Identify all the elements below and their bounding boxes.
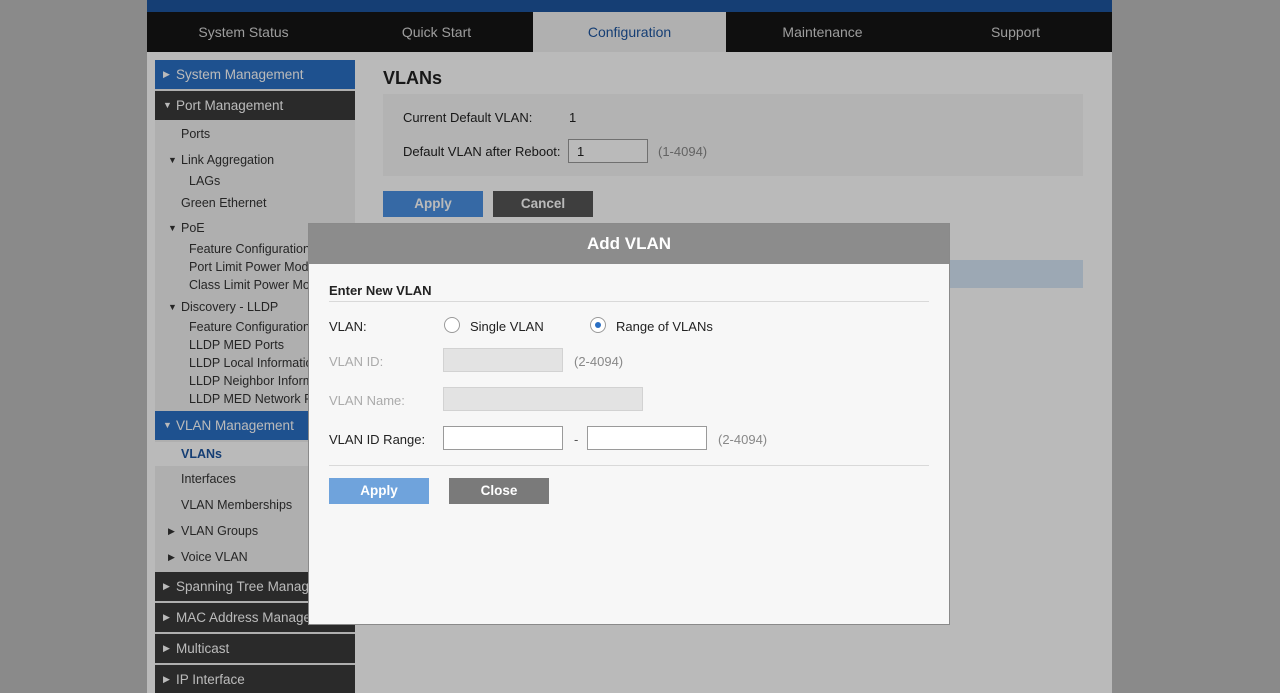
- dialog-title: Add VLAN: [309, 224, 949, 264]
- dialog-apply-button[interactable]: Apply: [329, 478, 429, 504]
- vlan-range-start-input[interactable]: [443, 426, 563, 450]
- single-vlan-label[interactable]: Single VLAN: [470, 319, 544, 334]
- section-heading: Enter New VLAN: [329, 283, 432, 298]
- vlan-id-range-label: VLAN ID Range:: [329, 432, 426, 447]
- add-vlan-dialog: Add VLAN Enter New VLAN VLAN: Single VLA…: [308, 223, 950, 625]
- vlan-id-input[interactable]: [443, 348, 563, 372]
- vlan-range-hint: (2-4094): [718, 432, 768, 447]
- vlan-name-input[interactable]: [443, 387, 643, 411]
- vlan-id-label: VLAN ID:: [329, 354, 384, 369]
- range-of-vlans-label[interactable]: Range of VLANs: [616, 319, 713, 334]
- vlan-name-label: VLAN Name:: [329, 393, 405, 408]
- range-separator: -: [574, 432, 579, 447]
- divider: [329, 301, 929, 302]
- vlan-mode-label: VLAN:: [329, 319, 367, 334]
- vlan-id-hint: (2-4094): [574, 354, 624, 369]
- single-vlan-radio[interactable]: [444, 317, 460, 333]
- range-of-vlans-radio[interactable]: [590, 317, 606, 333]
- dialog-close-button[interactable]: Close: [449, 478, 549, 504]
- vlan-range-end-input[interactable]: [587, 426, 707, 450]
- divider: [329, 465, 929, 466]
